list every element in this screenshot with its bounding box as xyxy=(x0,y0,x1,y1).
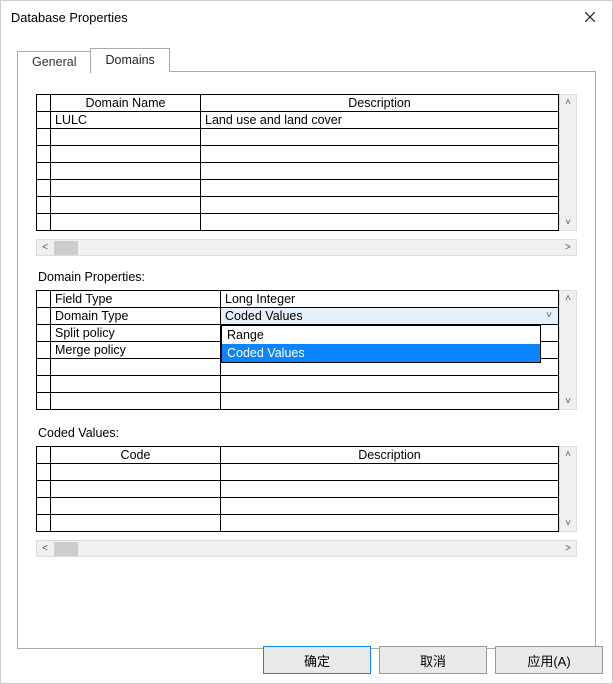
dropdown-option-range[interactable]: Range xyxy=(222,326,540,344)
field-type-value-cell[interactable]: Long Integer xyxy=(221,291,559,308)
domains-col-desc: Description xyxy=(201,95,559,112)
tab-general[interactable]: General xyxy=(17,51,91,73)
domains-corner-cell xyxy=(37,95,51,112)
dropdown-option-coded-values[interactable]: Coded Values xyxy=(222,344,540,362)
table-row[interactable] xyxy=(37,146,559,163)
domain-name-cell[interactable]: LULC xyxy=(51,112,201,129)
scroll-up-icon[interactable]: ˄ xyxy=(560,291,576,306)
table-row[interactable] xyxy=(37,376,559,393)
scroll-up-icon[interactable]: ˄ xyxy=(560,95,576,110)
table-row[interactable] xyxy=(37,393,559,410)
table-row[interactable] xyxy=(37,214,559,231)
scroll-up-icon[interactable]: ˄ xyxy=(560,447,576,462)
coded-vertical-scrollbar[interactable]: ˄ ˅ xyxy=(559,446,577,532)
scroll-down-icon[interactable]: ˅ xyxy=(560,215,576,230)
field-type-row[interactable]: Field Type Long Integer xyxy=(37,291,559,308)
tab-domains[interactable]: Domains xyxy=(90,48,169,72)
table-row[interactable] xyxy=(37,180,559,197)
domain-type-value: Coded Values xyxy=(221,308,558,324)
close-button[interactable] xyxy=(568,2,612,32)
apply-button[interactable]: 应用(A) xyxy=(495,646,603,674)
scroll-left-icon[interactable]: ˂ xyxy=(37,541,53,556)
table-row[interactable] xyxy=(37,515,559,532)
domains-horizontal-scrollbar[interactable]: ˂ ˃ xyxy=(36,239,577,256)
scroll-right-icon[interactable]: ˃ xyxy=(560,240,576,255)
scroll-right-icon[interactable]: ˃ xyxy=(560,541,576,556)
domain-desc-cell[interactable]: Land use and land cover xyxy=(201,112,559,129)
table-row[interactable]: LULCLand use and land cover xyxy=(37,112,559,129)
domain-properties-grid: Field Type Long Integer Domain Type Code… xyxy=(36,290,577,410)
coded-values-table[interactable]: Code Description xyxy=(36,446,559,532)
domains-table[interactable]: Domain Name Description LULCLand use and… xyxy=(36,94,559,231)
table-row[interactable] xyxy=(37,464,559,481)
domain-type-row[interactable]: Domain Type Coded Values ˅ xyxy=(37,308,559,325)
content-area: General Domains Domain Name Description … xyxy=(1,33,612,649)
table-row[interactable] xyxy=(37,163,559,180)
tab-body-domains: Domain Name Description LULCLand use and… xyxy=(17,71,596,649)
table-row[interactable] xyxy=(37,129,559,146)
domain-type-label-cell: Domain Type xyxy=(51,308,221,325)
properties-vertical-scrollbar[interactable]: ˄ ˅ xyxy=(559,290,577,410)
domain-type-dropdown[interactable]: Range Coded Values xyxy=(221,325,541,363)
coded-values-label: Coded Values: xyxy=(38,426,577,440)
table-row[interactable] xyxy=(37,197,559,214)
chevron-down-icon[interactable]: ˅ xyxy=(540,308,558,324)
table-row[interactable] xyxy=(37,481,559,498)
scroll-down-icon[interactable]: ˅ xyxy=(560,516,576,531)
scroll-left-icon[interactable]: ˂ xyxy=(37,240,53,255)
title-bar: Database Properties xyxy=(1,1,612,33)
domains-grid: Domain Name Description LULCLand use and… xyxy=(36,94,577,231)
domain-type-combobox[interactable]: Coded Values ˅ xyxy=(221,308,559,325)
coded-values-grid: Code Description ˄ ˅ xyxy=(36,446,577,532)
close-icon xyxy=(585,12,595,22)
scrollbar-thumb[interactable] xyxy=(54,241,78,255)
ok-button[interactable]: 确定 xyxy=(263,646,371,674)
domains-col-name: Domain Name xyxy=(51,95,201,112)
tab-strip: General Domains xyxy=(17,47,596,71)
coded-col-code: Code xyxy=(51,447,221,464)
cancel-button[interactable]: 取消 xyxy=(379,646,487,674)
scrollbar-thumb[interactable] xyxy=(54,542,78,556)
scroll-down-icon[interactable]: ˅ xyxy=(560,394,576,409)
coded-col-desc: Description xyxy=(221,447,559,464)
merge-policy-label-cell: Merge policy xyxy=(51,342,221,359)
coded-horizontal-scrollbar[interactable]: ˂ ˃ xyxy=(36,540,577,557)
domains-vertical-scrollbar[interactable]: ˄ ˅ xyxy=(559,94,577,231)
split-policy-label-cell: Split policy xyxy=(51,325,221,342)
field-type-label-cell: Field Type xyxy=(51,291,221,308)
domain-properties-label: Domain Properties: xyxy=(38,270,577,284)
coded-corner-cell xyxy=(37,447,51,464)
window-title: Database Properties xyxy=(11,10,128,25)
table-row[interactable] xyxy=(37,498,559,515)
dialog-buttons: 确定 取消 应用(A) xyxy=(263,646,603,674)
